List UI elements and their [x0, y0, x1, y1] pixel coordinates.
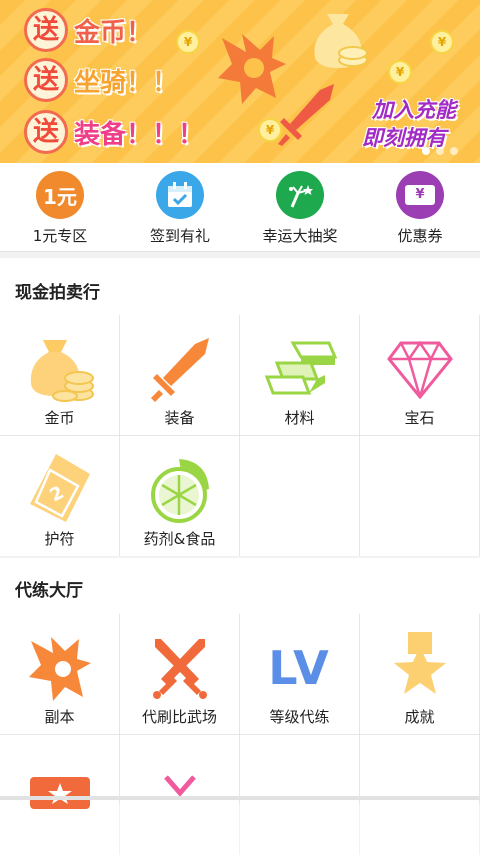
amulet-ticket-icon: 2 — [0, 450, 119, 530]
banner-text-gear: 装备！！！ — [74, 119, 205, 150]
song-badge: 送 — [24, 8, 68, 52]
section-title: 现金拍卖行 — [15, 283, 100, 303]
category-amulets[interactable]: 2 护符 — [0, 436, 119, 556]
quick-entry-label: 优惠券 — [397, 227, 443, 245]
lv-icon: LV — [268, 641, 331, 695]
song-badge: 送 — [24, 58, 68, 102]
service-label: 代刷比武场 — [141, 708, 217, 726]
empty-cell — [360, 436, 479, 556]
quick-entry-label: 1元专区 — [32, 227, 88, 245]
service-achievements[interactable]: 成就 — [360, 614, 479, 734]
coin-bag-icon — [0, 329, 119, 409]
sword-icon — [120, 329, 239, 409]
banner-text-mounts: 坐骑！！ — [74, 67, 179, 98]
star-ticket-icon — [0, 749, 119, 829]
category-label: 金币 — [44, 409, 75, 427]
yuan-coin-icon: ¥ — [430, 30, 454, 54]
quick-entry-label: 幸运大抽奖 — [262, 227, 338, 245]
banner-line-mounts: 送 坐骑！！ — [24, 58, 178, 102]
service-more-1[interactable] — [0, 735, 119, 855]
quick-entry-bar: 1元 1元专区 签到有礼 幸运大抽奖 ¥ 优惠券 — [0, 163, 480, 252]
star-medal-icon — [360, 628, 479, 708]
service-more-2[interactable] — [120, 735, 239, 855]
service-label: 等级代练 — [269, 708, 330, 726]
banner-pager[interactable] — [422, 147, 458, 155]
category-label: 装备 — [164, 409, 195, 427]
banner-line-coins: 送 金币！ — [24, 8, 152, 52]
coupon-icon: ¥ — [396, 171, 444, 219]
empty-cell — [240, 436, 359, 556]
coin-bag-icon — [314, 14, 368, 68]
category-label: 护符 — [44, 530, 75, 548]
empty-cell — [240, 735, 359, 855]
song-badge: 送 — [24, 110, 68, 154]
lime-icon — [120, 450, 239, 530]
category-equipment[interactable]: 装备 — [120, 315, 239, 435]
banner-text-coins: 金币！ — [74, 17, 153, 48]
sword-icon — [278, 84, 334, 146]
quick-entry-lottery[interactable]: 幸运大抽奖 — [240, 163, 360, 251]
empty-cell — [360, 735, 479, 855]
service-level-boost[interactable]: LV 等级代练 — [240, 614, 359, 734]
category-coins[interactable]: 金币 — [0, 315, 119, 435]
category-label: 宝石 — [404, 409, 435, 427]
quick-entry-label: 签到有礼 — [149, 227, 210, 245]
category-materials[interactable]: 材料 — [240, 315, 359, 435]
calendar-check-icon — [156, 171, 204, 219]
crossed-swords-icon — [120, 628, 239, 708]
yuan-icon — [120, 749, 239, 829]
diamond-icon — [360, 329, 479, 409]
quick-entry-one-yuan[interactable]: 1元 1元专区 — [0, 163, 120, 251]
banner-cta-line1: 加入充能 — [372, 98, 456, 122]
pager-dot[interactable] — [450, 147, 458, 155]
one-yuan-icon: 1元 — [36, 171, 84, 219]
yuan-coin-icon: ¥ — [258, 118, 282, 142]
service-label: 成就 — [404, 708, 435, 726]
auction-grid: 金币 装备 材料 宝石 2 护符 药剂&食品 — [0, 315, 480, 556]
section-title: 代练大厅 — [15, 581, 83, 601]
leveling-grid: 副本 代刷比武场 LV 等级代练 成就 — [0, 614, 480, 855]
dragon-icon — [0, 628, 119, 708]
fireworks-icon — [276, 171, 324, 219]
promo-banner[interactable]: 送 金币！ 送 坐骑！！ 送 装备！！！ ¥ ¥ ¥ ¥ 加入充能 即刻拥有 — [0, 0, 480, 163]
pager-dot[interactable] — [422, 147, 430, 155]
yuan-coin-icon: ¥ — [388, 60, 412, 84]
category-potions-food[interactable]: 药剂&食品 — [120, 436, 239, 556]
service-arena[interactable]: 代刷比武场 — [120, 614, 239, 734]
gold-bars-icon — [240, 329, 359, 409]
category-label: 材料 — [284, 409, 315, 427]
section-header-auction: 现金拍卖行 — [0, 258, 480, 318]
quick-entry-coupon[interactable]: ¥ 优惠券 — [360, 163, 480, 251]
section-header-leveling: 代练大厅 — [0, 558, 480, 614]
category-label: 药剂&食品 — [143, 530, 216, 548]
yuan-coin-icon: ¥ — [176, 30, 200, 54]
category-gems[interactable]: 宝石 — [360, 315, 479, 435]
service-dungeon[interactable]: 副本 — [0, 614, 119, 734]
banner-line-gear: 送 装备！！！ — [24, 110, 204, 154]
bottom-nav-edge — [0, 796, 480, 800]
pager-dot[interactable] — [436, 147, 444, 155]
service-label: 副本 — [44, 708, 75, 726]
quick-entry-checkin[interactable]: 签到有礼 — [120, 163, 240, 251]
